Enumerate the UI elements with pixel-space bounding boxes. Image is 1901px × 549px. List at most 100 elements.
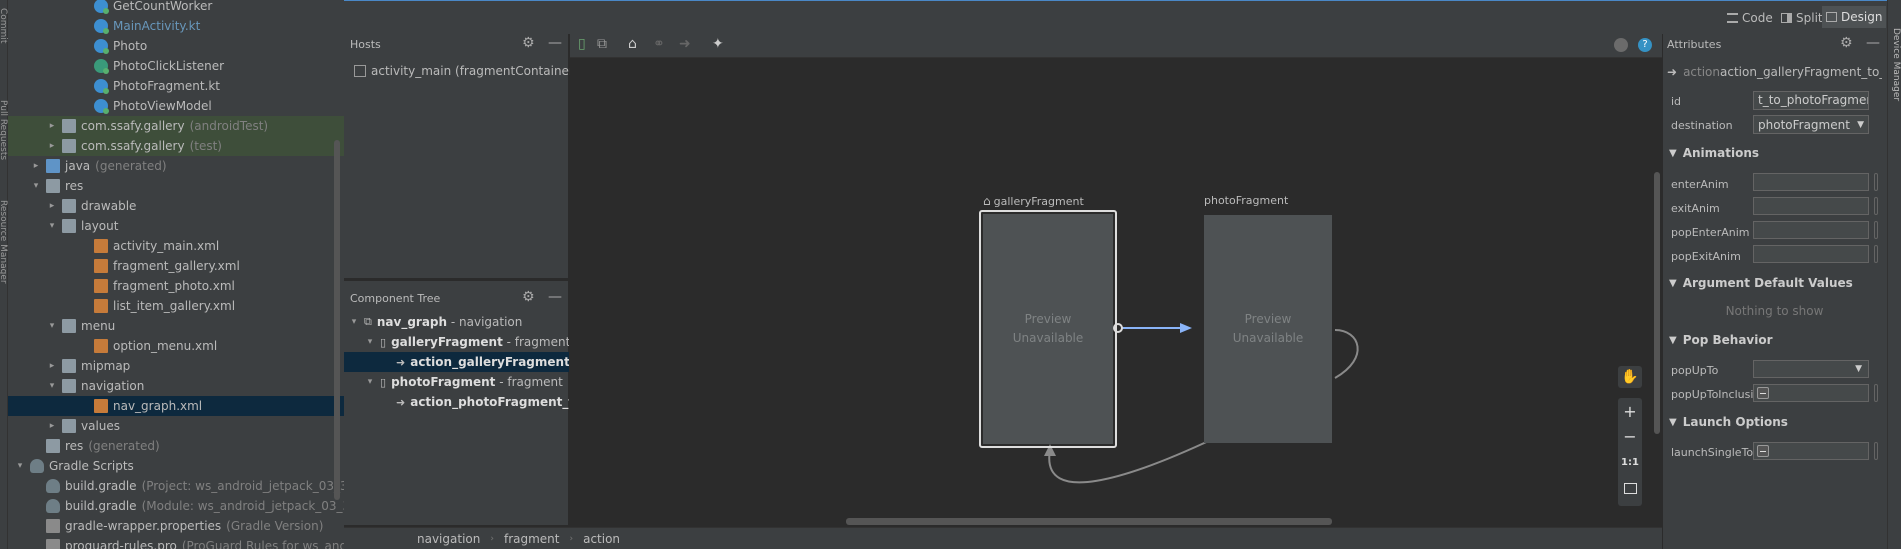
home-icon[interactable]: ⌂ (628, 36, 637, 52)
zoom-out-button[interactable]: − (1618, 427, 1642, 446)
project-tree-scrollbar[interactable] (334, 140, 340, 500)
hosts-gear-icon[interactable]: ⚙ (522, 36, 535, 50)
gallery-fragment-node[interactable]: Preview Unavailable (979, 210, 1117, 448)
arrow-right-icon[interactable]: ➜ (679, 36, 691, 52)
project-tree-item[interactable]: PhotoFragment.kt (8, 76, 344, 96)
project-tree-item[interactable]: option_menu.xml (8, 336, 344, 356)
component-tree-item[interactable]: ▾ ▯ photoFragment - fragment (344, 372, 569, 392)
project-tree-item[interactable]: activity_main.xml (8, 236, 344, 256)
project-tree-item[interactable]: Photo (8, 36, 344, 56)
left-strip-commit[interactable]: Commit (0, 8, 8, 58)
design-mode-button[interactable]: Design (1822, 6, 1886, 28)
pop-exit-anim-field[interactable] (1753, 245, 1869, 263)
component-tree-item[interactable]: ➜ action_photoFragment_to_ (344, 392, 569, 412)
breadcrumb-action[interactable]: action (583, 532, 620, 546)
project-tree-item[interactable]: GetCountWorker (8, 0, 344, 16)
pop-up-to-inclusive-field[interactable] (1753, 384, 1869, 402)
project-tree-item[interactable]: ▾ res (8, 176, 344, 196)
id-field[interactable]: t_to_photoFragment (1753, 91, 1869, 110)
destination-select[interactable]: photoFragment ▼ (1753, 115, 1869, 134)
project-tree-item[interactable]: PhotoClickListener (8, 56, 344, 76)
project-tree-item[interactable]: fragment_gallery.xml (8, 256, 344, 276)
component-tree-gear-icon[interactable]: ⚙ (522, 290, 535, 304)
project-tree-item[interactable]: MainActivity.kt (8, 16, 344, 36)
pop-up-to-inclusive-picker[interactable] (1874, 384, 1878, 402)
auto-arrange-icon[interactable]: ✦ (712, 36, 724, 52)
canvas-vertical-scrollbar[interactable] (1654, 172, 1660, 434)
component-tree-item[interactable]: ➜ action_galleryFragment_to (344, 352, 569, 372)
link-icon[interactable]: ⚭ (653, 36, 665, 52)
pop-enter-anim-field[interactable] (1753, 221, 1869, 239)
project-tree-item[interactable]: nav_graph.xml (8, 396, 344, 416)
project-tree-item[interactable]: res (generated) (8, 436, 344, 456)
pop-up-to-select[interactable]: ▼ (1753, 360, 1869, 378)
launch-single-top-picker[interactable] (1874, 442, 1878, 460)
chevron-right-icon[interactable]: ▸ (46, 120, 58, 132)
hosts-minimize-icon[interactable]: — (548, 36, 562, 50)
enter-anim-field[interactable] (1753, 173, 1869, 191)
project-tree-item[interactable]: ▸ com.ssafy.gallery (test) (8, 136, 344, 156)
chevron-down-icon[interactable]: ▾ (348, 316, 360, 328)
argument-defaults-section-header[interactable]: ▼ Argument Default Values (1663, 270, 1886, 296)
chevron-down-icon[interactable]: ▾ (364, 376, 376, 388)
project-tree-item[interactable]: ▸ values (8, 416, 344, 436)
chevron-right-icon[interactable]: ▸ (46, 360, 58, 372)
left-strip-pull-requests[interactable]: Pull Requests (0, 100, 8, 170)
nested-graph-icon[interactable]: ⧉ (597, 36, 607, 52)
animations-section-header[interactable]: ▼ Animations (1663, 140, 1886, 166)
split-mode-button[interactable]: Split (1781, 9, 1823, 27)
zoom-fit-button[interactable] (1624, 483, 1637, 494)
chevron-down-icon[interactable]: ▾ (364, 336, 376, 348)
project-tree-item[interactable]: ▾ menu (8, 316, 344, 336)
zoom-actual-size-button[interactable]: 1:1 (1618, 457, 1642, 468)
chevron-down-icon[interactable]: ▾ (46, 380, 58, 392)
project-tree-item[interactable]: ▸ java (generated) (8, 156, 344, 176)
new-destination-icon[interactable]: ▯ (578, 36, 586, 52)
pan-tool-button[interactable]: ✋ (1618, 366, 1642, 388)
project-tree-item[interactable]: ▾ layout (8, 216, 344, 236)
chevron-right-icon[interactable]: ▸ (30, 160, 42, 172)
chevron-right-icon[interactable]: ▸ (46, 420, 58, 432)
device-manager-tab[interactable]: Device Manager (1887, 28, 1901, 128)
breadcrumb-fragment[interactable]: fragment (504, 532, 560, 546)
launch-options-section-header[interactable]: ▼ Launch Options (1663, 409, 1886, 435)
attributes-gear-icon[interactable]: ⚙ (1840, 36, 1853, 50)
chevron-right-icon[interactable]: ▸ (46, 140, 58, 152)
exit-anim-field[interactable] (1753, 197, 1869, 215)
project-tree-item[interactable]: build.gradle (Module: ws_android_jetpack_… (8, 496, 344, 516)
hosts-item[interactable]: activity_main (fragmentContainer) (354, 64, 579, 78)
project-tree-item[interactable]: fragment_photo.xml (8, 276, 344, 296)
attributes-minimize-icon[interactable]: — (1866, 36, 1880, 50)
exit-anim-picker[interactable] (1874, 197, 1878, 215)
code-mode-button[interactable]: Code (1727, 9, 1773, 27)
project-tree-item[interactable]: list_item_gallery.xml (8, 296, 344, 316)
chevron-down-icon[interactable]: ▾ (30, 180, 42, 192)
project-tree-item[interactable]: gradle-wrapper.properties (Gradle Version… (8, 516, 344, 536)
project-tree-item[interactable]: ▸ com.ssafy.gallery (androidTest) (8, 116, 344, 136)
project-tree-item[interactable]: ▸ mipmap (8, 356, 344, 376)
chevron-down-icon[interactable]: ▾ (46, 220, 58, 232)
component-tree-item[interactable]: ▾ ⧉ nav_graph - navigation (344, 312, 569, 332)
zoom-in-button[interactable]: + (1618, 402, 1642, 421)
photo-fragment-node[interactable]: Preview Unavailable (1204, 215, 1332, 443)
canvas-horizontal-scrollbar[interactable] (846, 518, 1332, 525)
project-tree-item[interactable]: proguard-rules.pro (ProGuard Rules for ws… (8, 536, 344, 549)
chevron-down-icon[interactable]: ▾ (46, 320, 58, 332)
warning-icon[interactable] (1614, 38, 1628, 52)
enter-anim-picker[interactable] (1874, 173, 1878, 191)
project-tree-item[interactable]: ▾ Gradle Scripts (8, 456, 344, 476)
component-tree-item[interactable]: ▾ ▯ galleryFragment - fragment (344, 332, 569, 352)
project-tree-item[interactable]: ▸ drawable (8, 196, 344, 216)
project-tree-item[interactable]: ▾ navigation (8, 376, 344, 396)
chevron-right-icon[interactable]: ▸ (46, 200, 58, 212)
pop-exit-anim-picker[interactable] (1874, 245, 1878, 263)
checkbox-indeterminate-icon[interactable] (1757, 387, 1769, 399)
checkbox-indeterminate-icon[interactable] (1757, 445, 1769, 457)
chevron-down-icon[interactable]: ▾ (14, 460, 26, 472)
breadcrumb-navigation[interactable]: navigation (417, 532, 480, 546)
pop-enter-anim-picker[interactable] (1874, 221, 1878, 239)
project-tree-item[interactable]: build.gradle (Project: ws_android_jetpack… (8, 476, 344, 496)
launch-single-top-field[interactable] (1753, 442, 1869, 460)
left-strip-resource-manager[interactable]: Resource Manager (0, 200, 8, 310)
component-tree-minimize-icon[interactable]: — (548, 290, 562, 304)
